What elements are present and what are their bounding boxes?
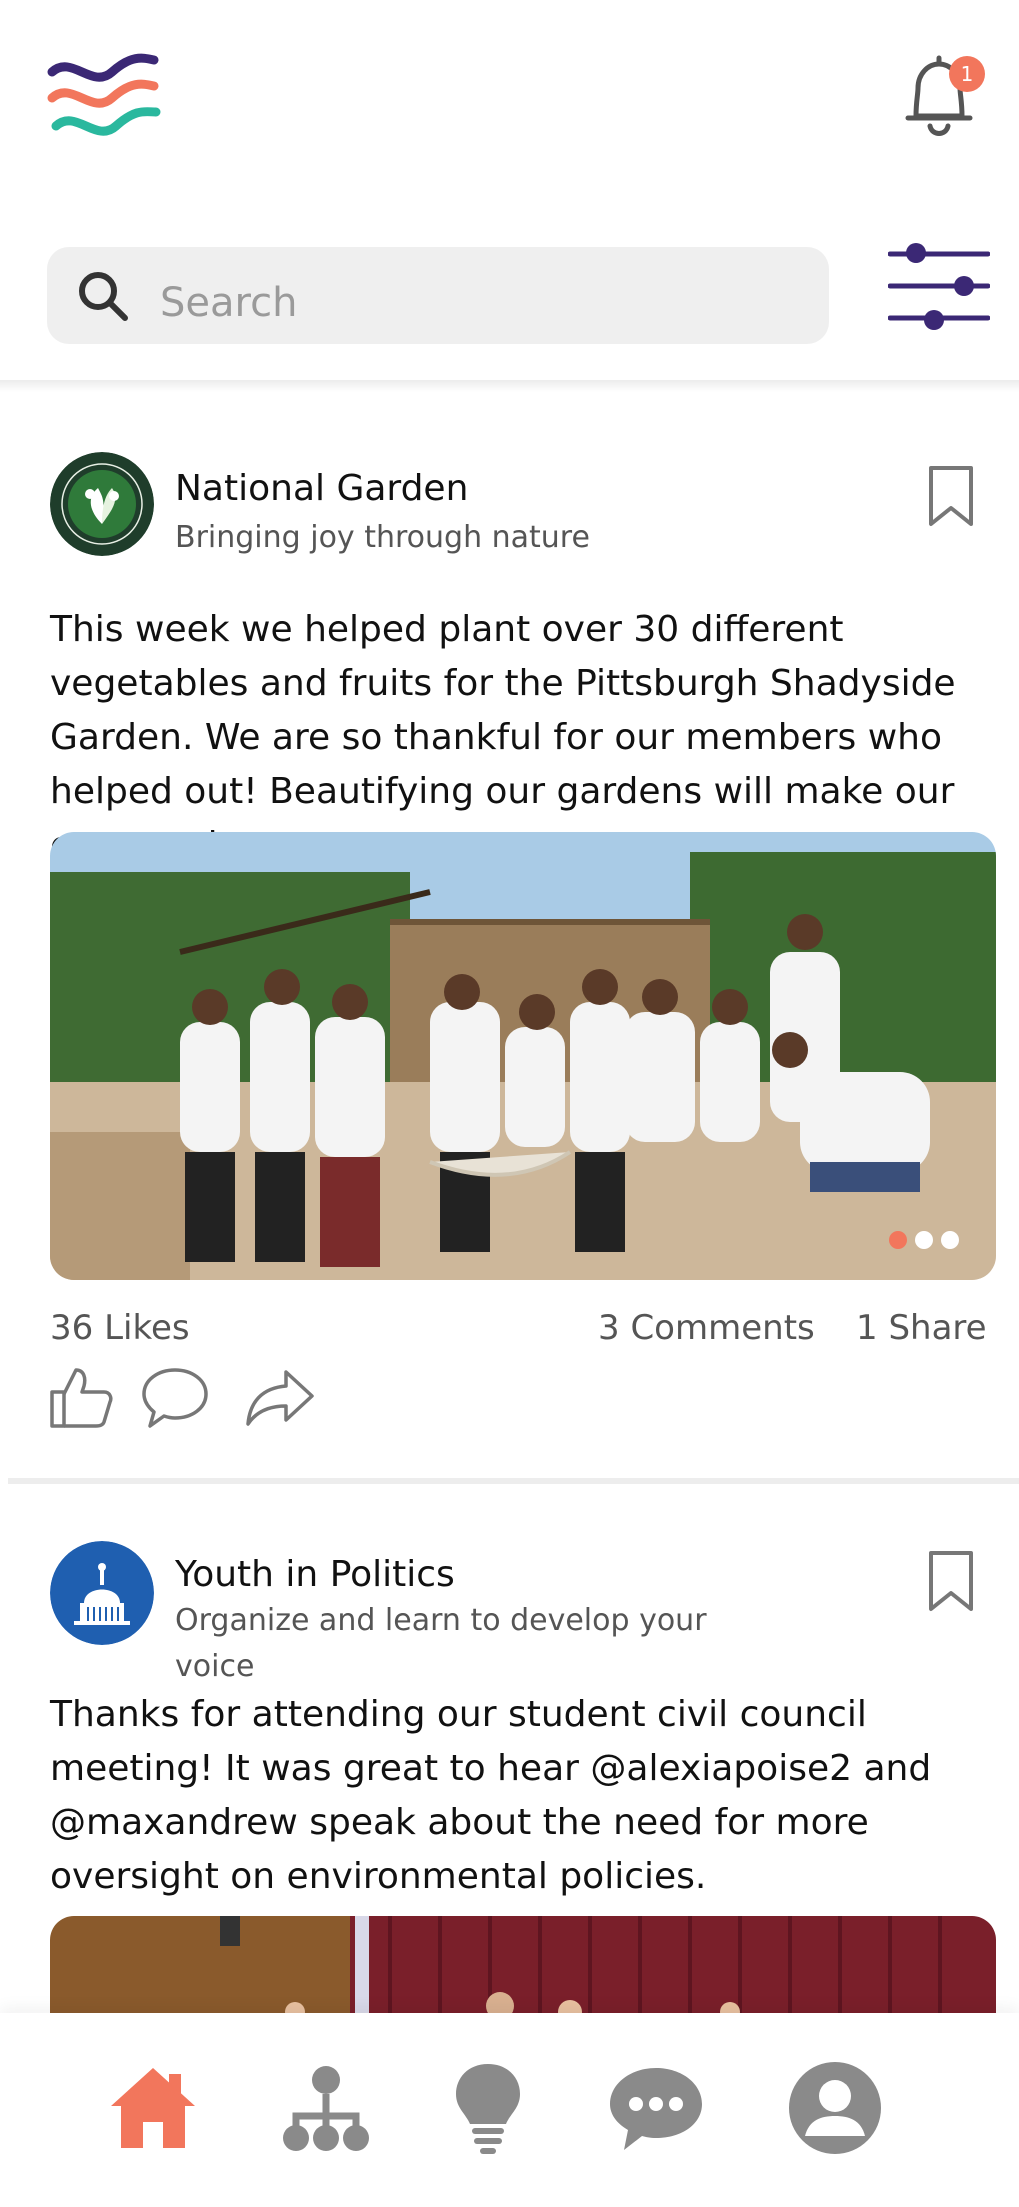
- chat-icon[interactable]: [608, 2060, 704, 2156]
- org-name[interactable]: National Garden: [175, 468, 468, 509]
- meeting-photo: [50, 1916, 996, 2016]
- carousel-dot: [941, 1231, 959, 1249]
- notification-badge: 1: [949, 56, 985, 92]
- org-tagline: Organize and learn to develop your voice: [175, 1603, 707, 1684]
- search-icon: [79, 272, 128, 321]
- thumbs-up-icon[interactable]: [46, 1362, 116, 1432]
- comment-icon[interactable]: [140, 1362, 210, 1432]
- share-arrow-icon[interactable]: [244, 1362, 314, 1432]
- carousel-dots[interactable]: [889, 1231, 959, 1249]
- post-photo[interactable]: [50, 1916, 996, 2016]
- youth-in-politics-avatar[interactable]: [50, 1541, 154, 1645]
- header-divider: [0, 380, 1019, 392]
- carousel-dot: [915, 1231, 933, 1249]
- comments-count[interactable]: 3 Comments: [598, 1301, 838, 1355]
- org-chart-icon[interactable]: [278, 2060, 374, 2156]
- garden-seal-logo: [50, 452, 154, 556]
- post-photo[interactable]: [50, 832, 996, 1280]
- bookmark-icon[interactable]: [927, 1549, 975, 1613]
- shares-count[interactable]: 1 Share: [856, 1301, 987, 1355]
- post-text: Thanks for attending our student civil c…: [50, 1694, 932, 1897]
- capitol-logo: [50, 1541, 154, 1645]
- post-divider: [8, 1478, 1019, 1484]
- search-input[interactable]: [158, 272, 802, 334]
- sliders-icon[interactable]: [888, 240, 990, 332]
- volunteers-photo: [50, 832, 996, 1280]
- lightbulb-icon[interactable]: [440, 2060, 536, 2156]
- home-icon[interactable]: [105, 2060, 201, 2156]
- org-tagline: Bringing joy through nature: [175, 520, 590, 555]
- carousel-dot-active: [889, 1231, 907, 1249]
- org-name[interactable]: Youth in Politics: [175, 1554, 455, 1595]
- national-garden-avatar[interactable]: [50, 452, 154, 556]
- likes-count[interactable]: 36 Likes: [50, 1301, 190, 1355]
- bookmark-icon[interactable]: [927, 464, 975, 528]
- wave-logo: [47, 53, 161, 136]
- profile-icon[interactable]: [787, 2060, 883, 2156]
